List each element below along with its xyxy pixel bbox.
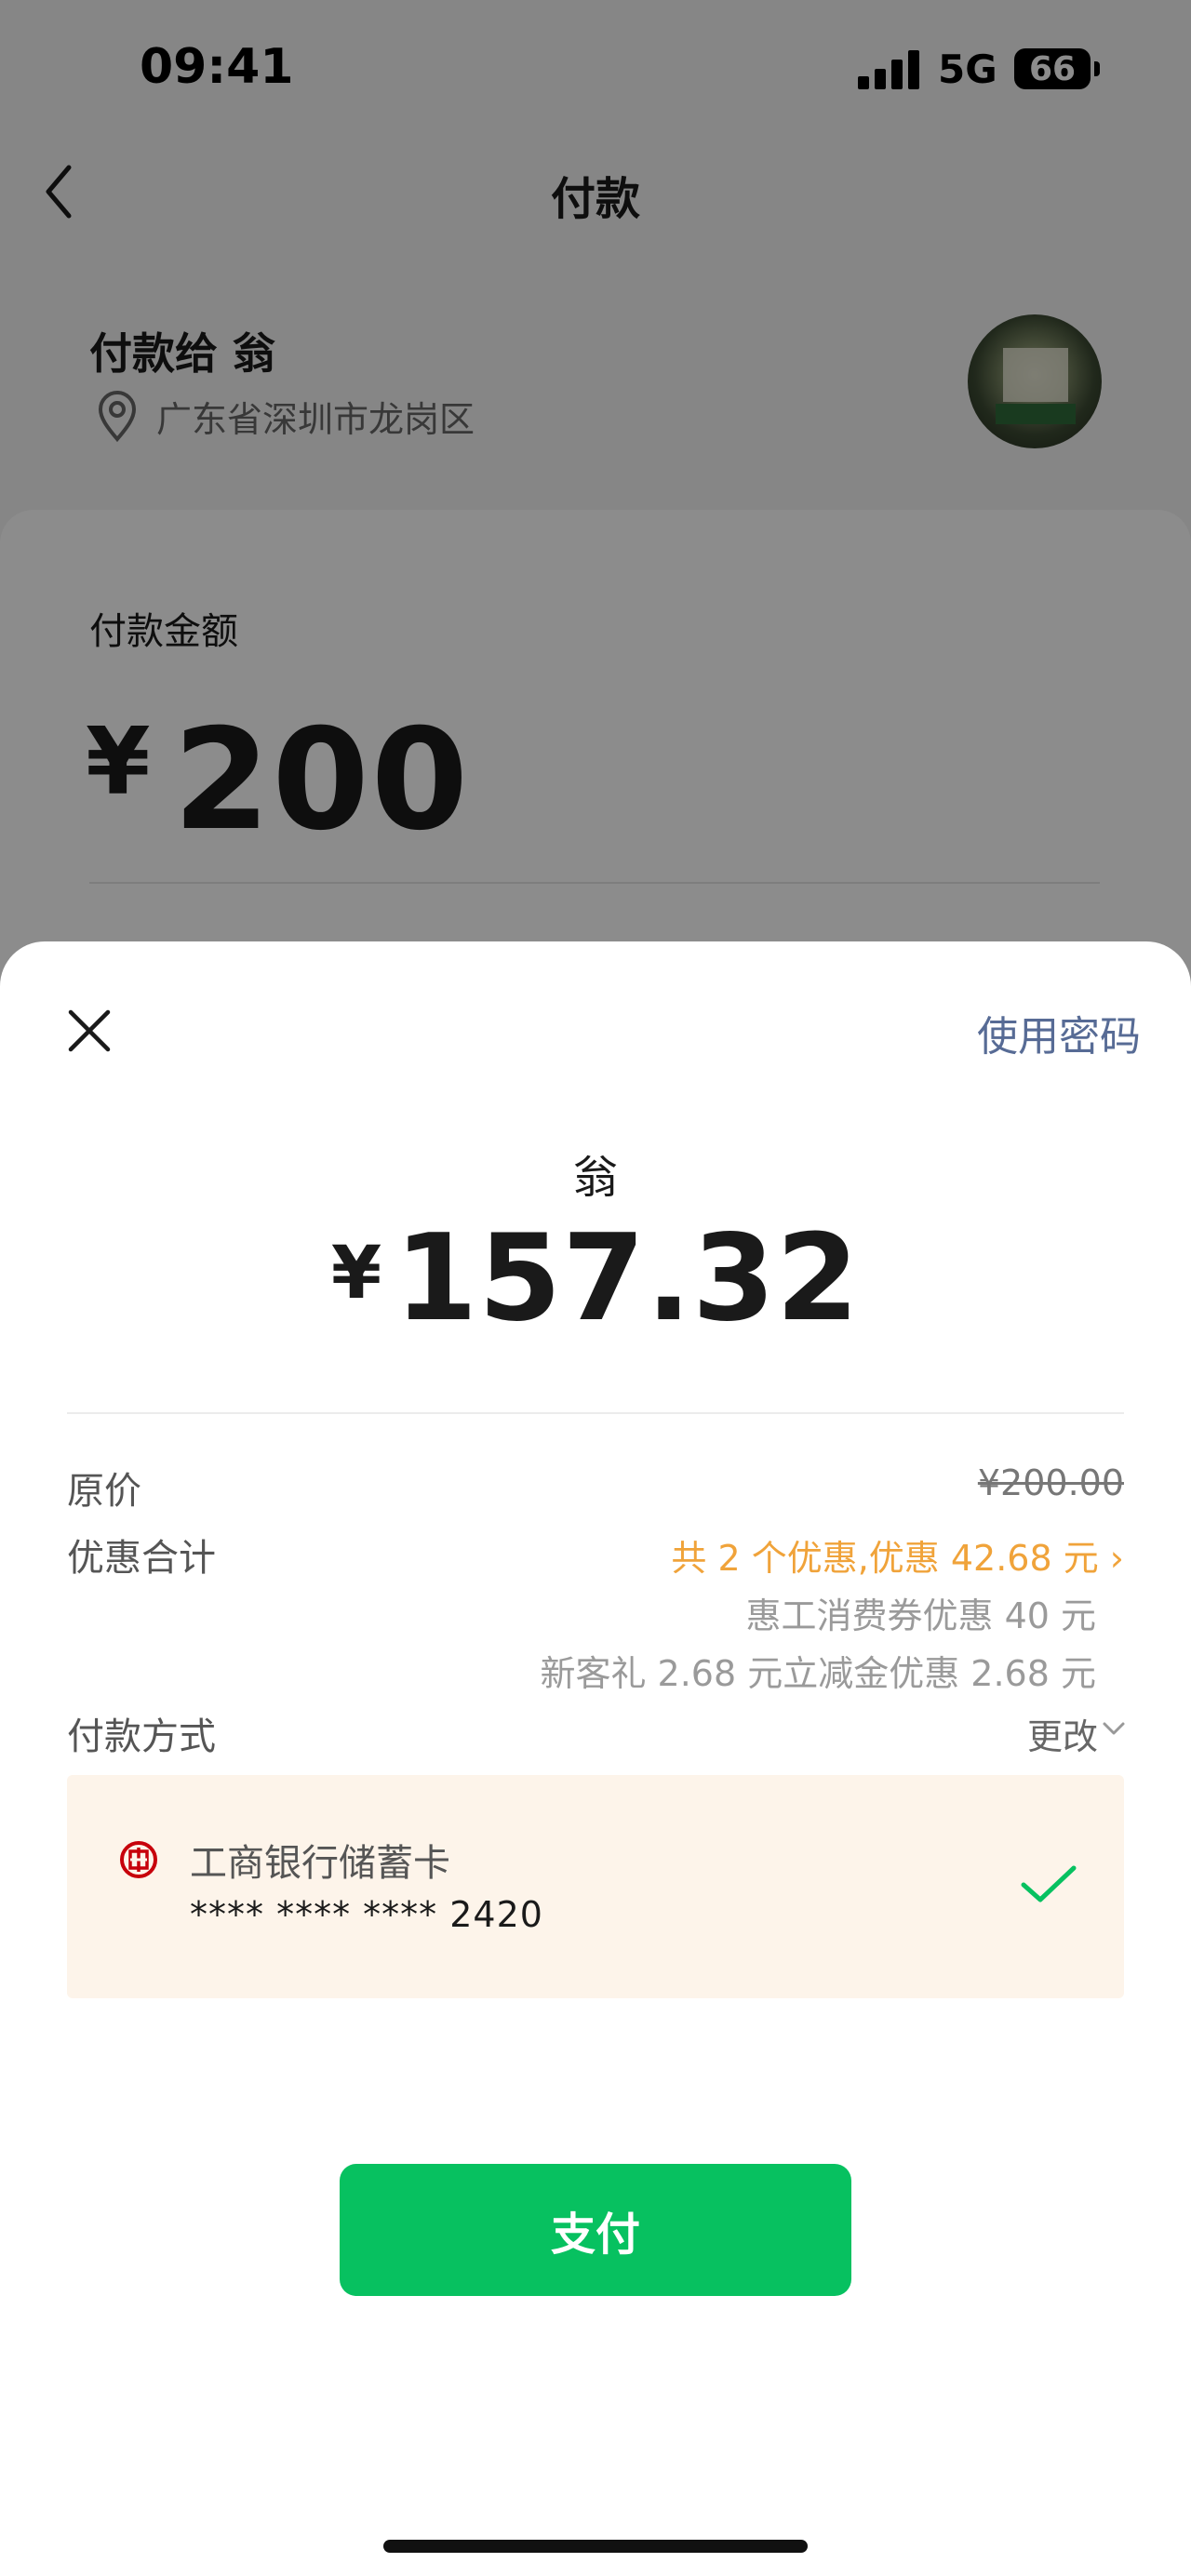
discount-total-label: 优惠合计 <box>67 1537 216 1580</box>
original-price-value: ¥200.00 <box>977 1462 1124 1503</box>
bank-card-name: 工商银行储蓄卡 <box>190 1842 450 1885</box>
final-amount-value: 157.32 <box>395 1209 861 1348</box>
home-indicator[interactable] <box>383 2540 808 2553</box>
sheet-payee-name: 翁 <box>572 1152 618 1204</box>
use-password-link[interactable]: 使用密码 <box>977 1003 1141 1062</box>
payment-method-label: 付款方式 <box>67 1715 216 1758</box>
bank-card-number: **** **** **** 2420 <box>190 1894 543 1935</box>
close-icon[interactable] <box>65 1007 114 1055</box>
discount-detail-coupon: 惠工消费券优惠 40 元 <box>745 1595 1096 1636</box>
discount-detail-newcomer: 新客礼 2.68 元立减金优惠 2.68 元 <box>540 1653 1096 1694</box>
checkmark-icon <box>1021 1865 1077 1902</box>
original-price-label: 原价 <box>67 1470 141 1513</box>
chevron-down-icon[interactable] <box>1102 1719 1126 1738</box>
selected-payment-card[interactable] <box>67 1775 1124 1998</box>
final-amount-currency: ¥ <box>330 1232 382 1315</box>
change-payment-method-button[interactable]: 更改 <box>1027 1708 1098 1759</box>
pay-button[interactable]: 支付 <box>340 2164 851 2296</box>
discount-summary-link[interactable]: 共 2 个优惠,优惠 42.68 元 › <box>671 1529 1124 1581</box>
final-amount: ¥157.32 <box>0 1209 1191 1348</box>
icbc-bank-icon <box>120 1841 157 1878</box>
sheet-divider <box>67 1412 1124 1414</box>
